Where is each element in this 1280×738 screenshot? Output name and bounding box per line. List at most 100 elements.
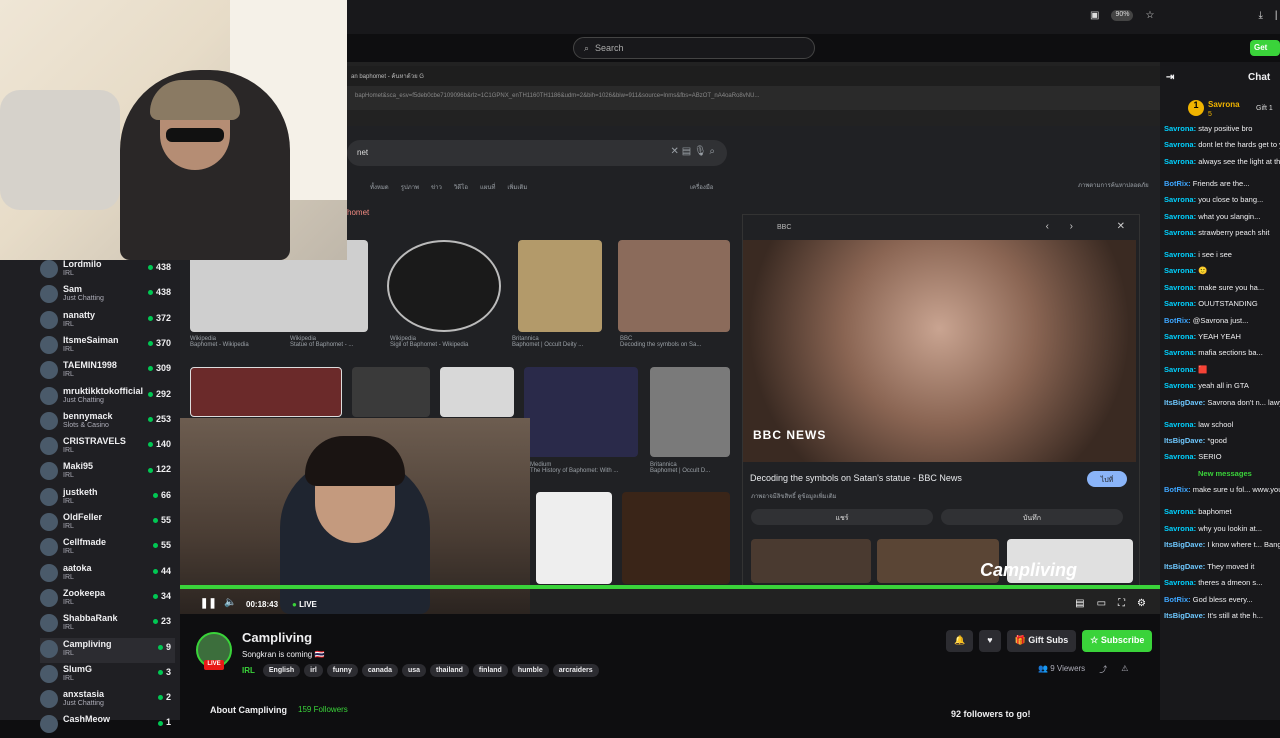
- chat-text: yeah all in GTA: [1198, 381, 1249, 391]
- chat-username[interactable]: ItsBigDave:: [1164, 436, 1205, 445]
- viewer-item[interactable]: OldFeller IRL 55: [40, 511, 175, 536]
- site-search-input[interactable]: ⌕ Search: [573, 37, 815, 59]
- report-icon[interactable]: ⚠: [1121, 664, 1128, 675]
- viewer-item[interactable]: CashMeow 1: [40, 713, 175, 738]
- clip-icon[interactable]: ▤: [1075, 598, 1084, 609]
- stream-tag[interactable]: irl: [304, 664, 323, 677]
- viewer-item[interactable]: Zookeepa IRL 34: [40, 587, 175, 612]
- chat-username[interactable]: Savrona:: [1164, 250, 1196, 259]
- chat-username[interactable]: Savrona:: [1164, 507, 1196, 516]
- chat-username[interactable]: Savrona:: [1164, 365, 1196, 374]
- viewer-name: nanatty: [63, 309, 96, 320]
- get-button[interactable]: Get: [1250, 40, 1280, 56]
- gift-subs-button[interactable]: 🎁 Gift Subs: [1006, 630, 1077, 652]
- chat-username[interactable]: Savrona:: [1164, 524, 1196, 533]
- viewer-item[interactable]: ShabbaRank IRL 23: [40, 612, 175, 637]
- fullscreen-icon[interactable]: ⛶: [1118, 598, 1125, 609]
- chat-username[interactable]: Savrona:: [1164, 124, 1196, 133]
- stream-tag[interactable]: thailand: [430, 664, 469, 677]
- chat-username[interactable]: BotRix:: [1164, 485, 1191, 494]
- preview-title[interactable]: Decoding the symbols on Satan's statue -…: [750, 473, 962, 483]
- chat-message: Savrona: 🙂: [1164, 266, 1280, 275]
- chat-username[interactable]: Savrona:: [1164, 420, 1196, 429]
- stream-tag[interactable]: humble: [511, 664, 549, 677]
- chat-username[interactable]: Savrona:: [1164, 332, 1196, 341]
- save-button[interactable]: บันทึก: [941, 509, 1123, 525]
- chat-username[interactable]: ItsBigDave:: [1164, 398, 1205, 407]
- share-icon[interactable]: ⤴: [1099, 664, 1107, 675]
- webcam-hat: [150, 80, 240, 120]
- viewer-item[interactable]: TAEMIN1998 IRL 309: [40, 359, 175, 384]
- stream-tag[interactable]: finland: [472, 664, 508, 677]
- viewer-item[interactable]: aatoka IRL 44: [40, 562, 175, 587]
- chat-username[interactable]: Savrona:: [1164, 381, 1196, 390]
- viewer-name: Zookeepa: [63, 587, 106, 598]
- collapse-chat-icon[interactable]: ⇥: [1166, 72, 1174, 83]
- progress-bar[interactable]: [180, 585, 1160, 589]
- chat-username[interactable]: BotRix:: [1164, 316, 1191, 325]
- chevron-right-icon[interactable]: ›: [1070, 221, 1073, 232]
- picture-icon[interactable]: ▣: [1090, 10, 1099, 21]
- captured-result-label: homet: [347, 208, 370, 217]
- chat-username[interactable]: Savrona:: [1164, 195, 1196, 204]
- viewer-item[interactable]: bennymack Slots & Casino 253: [40, 410, 175, 435]
- stream-tag[interactable]: usa: [401, 664, 427, 677]
- viewer-item[interactable]: Cellfmade IRL 55: [40, 536, 175, 561]
- viewer-item[interactable]: Maki95 IRL 122: [40, 460, 175, 485]
- viewer-item[interactable]: nanatty IRL 372: [40, 309, 175, 334]
- category-link[interactable]: IRL: [242, 664, 255, 677]
- viewer-name: OldFeller: [63, 512, 103, 522]
- viewer-item[interactable]: anxstasia Just Chatting 2: [40, 688, 175, 713]
- people-icon: 👥: [1038, 664, 1048, 673]
- chat-username[interactable]: Savrona:: [1164, 348, 1196, 357]
- chat-username[interactable]: Savrona:: [1164, 283, 1196, 292]
- chat-username[interactable]: Savrona:: [1164, 212, 1196, 221]
- viewer-item[interactable]: Campliving IRL 9: [40, 637, 175, 663]
- share-button[interactable]: แชร์: [751, 509, 933, 525]
- chat-username[interactable]: Savrona:: [1164, 299, 1196, 308]
- stream-tag[interactable]: funny: [326, 664, 358, 677]
- visit-button[interactable]: ไปที่: [1087, 471, 1127, 487]
- chat-username[interactable]: ItsBigDave:: [1164, 611, 1205, 620]
- viewer-item[interactable]: Lordmilo IRL 438: [40, 258, 175, 283]
- pause-icon[interactable]: ❚❚: [200, 598, 217, 609]
- stream-tag[interactable]: canada: [361, 664, 398, 677]
- follow-button[interactable]: ♥: [979, 630, 1001, 652]
- close-icon[interactable]: ✕: [1117, 221, 1125, 232]
- settings-icon[interactable]: ⚙: [1137, 598, 1146, 609]
- viewer-count: 438: [148, 262, 171, 272]
- channel-name[interactable]: Campliving: [242, 630, 312, 645]
- chat-message: ItsBigDave: They moved it: [1164, 562, 1280, 571]
- viewer-item[interactable]: ItsmeSaiman IRL 370: [40, 334, 175, 359]
- top-gifter[interactable]: 1 Savrona 5 Gift 1: [1188, 98, 1280, 124]
- chat-username[interactable]: Savrona:: [1164, 578, 1196, 587]
- volume-icon[interactable]: 🔈: [224, 597, 236, 608]
- chat-text: mafia sections ba...: [1198, 348, 1263, 358]
- chat-username[interactable]: Savrona:: [1164, 140, 1196, 149]
- chevron-left-icon[interactable]: ‹: [1046, 221, 1049, 232]
- viewer-item[interactable]: SlumG IRL 3: [40, 663, 175, 688]
- chat-username[interactable]: Savrona:: [1164, 157, 1196, 166]
- viewer-count: 438: [148, 287, 171, 297]
- stream-tag[interactable]: arcraiders: [552, 664, 599, 677]
- download-icon[interactable]: ⤓: [1258, 10, 1262, 21]
- chat-username[interactable]: Savrona:: [1164, 452, 1196, 461]
- zoom-badge[interactable]: 90%: [1111, 10, 1134, 21]
- chat-username[interactable]: ItsBigDave:: [1164, 562, 1205, 571]
- chat-username[interactable]: Savrona:: [1164, 228, 1196, 237]
- subscribe-button[interactable]: ☆ Subscribe: [1082, 630, 1153, 652]
- viewer-item[interactable]: Sam Just Chatting 438: [40, 283, 175, 308]
- notification-button[interactable]: 🔔: [946, 630, 974, 652]
- stream-tag[interactable]: English: [262, 664, 301, 677]
- chat-username[interactable]: BotRix:: [1164, 179, 1191, 188]
- chat-username[interactable]: ItsBigDave:: [1164, 540, 1205, 549]
- viewer-item[interactable]: CRISTRAVELS IRL 140: [40, 435, 175, 460]
- chat-username[interactable]: BotRix:: [1164, 595, 1191, 604]
- chat-username[interactable]: Savrona:: [1164, 266, 1196, 275]
- theater-icon[interactable]: ▭: [1097, 598, 1106, 609]
- viewer-item[interactable]: justketh IRL 66: [40, 486, 175, 511]
- viewer-item[interactable]: mruktikktokofficial Just Chatting 292: [40, 385, 175, 410]
- preview-source: BBC: [777, 224, 792, 231]
- viewer-category: IRL: [63, 649, 74, 657]
- star-icon[interactable]: ☆: [1145, 10, 1154, 21]
